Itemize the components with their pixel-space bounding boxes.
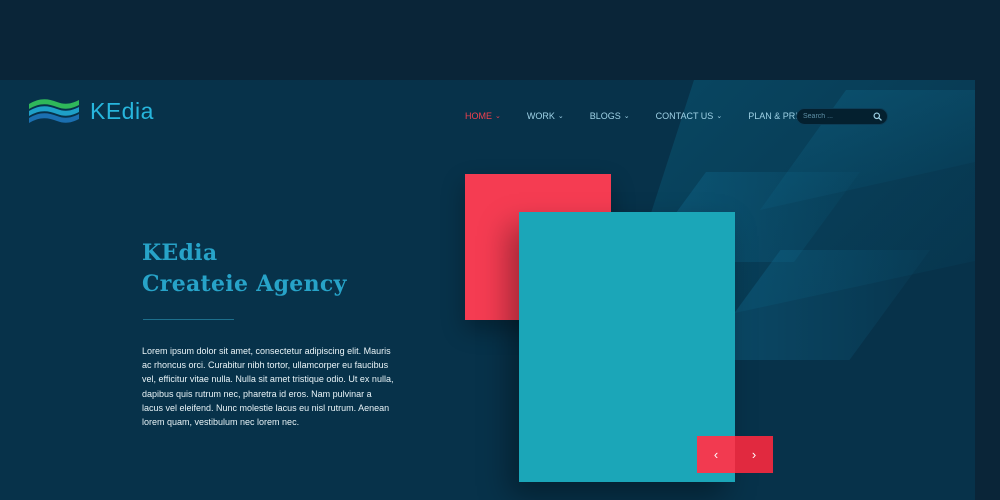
site-logo[interactable]: KEdia — [27, 94, 154, 128]
chevron-right-icon: › — [751, 447, 757, 462]
chevron-down-icon: ⌄ — [557, 113, 564, 120]
slider-next-button[interactable]: › — [735, 436, 773, 473]
logo-text: KEdia — [90, 97, 154, 124]
hero-title-line-1: KEdia — [142, 240, 218, 266]
nav-item-blogs[interactable]: BLOGS ⌄ — [590, 111, 630, 121]
chevron-down-icon: ⌄ — [623, 113, 630, 120]
search-icon[interactable] — [873, 112, 882, 121]
nav-item-work[interactable]: WORK ⌄ — [527, 111, 564, 121]
nav-item-label: BLOGS — [589, 111, 621, 121]
nav-item-home[interactable]: HOME ⌄ — [465, 111, 501, 121]
search-input[interactable] — [803, 113, 869, 120]
hero-description: Lorem ipsum dolor sit amet, consectetur … — [142, 346, 394, 428]
nav-item-contact-us[interactable]: CONTACT US ⌄ — [656, 111, 723, 121]
slider-prev-button[interactable]: ‹ — [697, 436, 735, 473]
slider-controls: ‹ › — [697, 436, 773, 473]
hero-title: KEdia Createie Agency — [142, 238, 347, 300]
right-strip — [975, 80, 1000, 500]
nav-item-label: HOME — [465, 111, 492, 121]
search-box — [796, 108, 888, 125]
logo-mark-icon — [29, 99, 79, 123]
site-frame: KEdia HOME ⌄ WORK ⌄ BLOGS ⌄ CONTACT US ⌄… — [0, 80, 975, 500]
top-band — [0, 0, 1000, 80]
chevron-down-icon: ⌄ — [495, 113, 501, 120]
hero-title-line-2: Createie Agency — [142, 271, 347, 297]
chevron-left-icon: ‹ — [713, 447, 719, 462]
nav-item-label: CONTACT US — [655, 111, 714, 121]
chevron-down-icon: ⌄ — [716, 113, 723, 120]
hero-divider — [143, 319, 234, 320]
nav-item-label: WORK — [526, 111, 555, 121]
